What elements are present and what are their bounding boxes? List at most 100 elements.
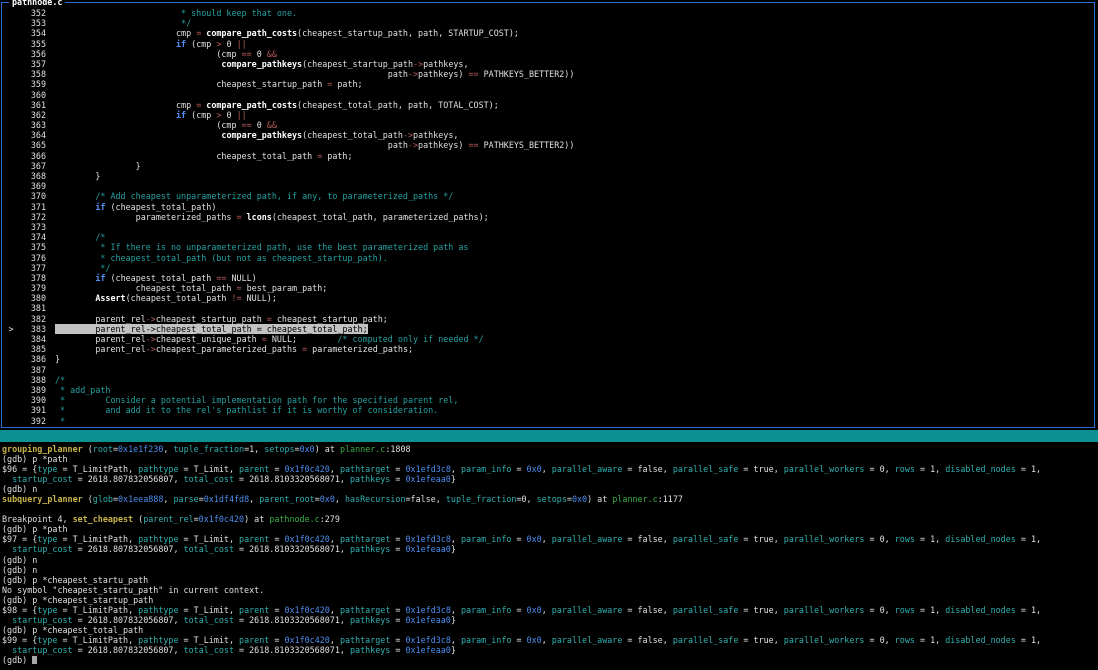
source-line-380: 380 Assert(cheapest_total_path != NULL);	[2, 293, 1094, 303]
source-code-text: }	[55, 171, 100, 181]
token-p: (cheapest_startup_path, path, STARTUP_CO…	[297, 28, 519, 38]
token-p	[55, 293, 95, 303]
token-p: T_Limit	[194, 605, 229, 615]
token-o: ->	[413, 59, 423, 69]
token-p: true	[754, 534, 774, 544]
token-p: =	[864, 605, 879, 615]
source-code-text: parent_rel->cheapest_total_path = cheape…	[55, 324, 368, 334]
line-number: 352	[20, 8, 46, 18]
line-marker	[2, 161, 20, 171]
source-code-text: */	[55, 263, 110, 273]
line-marker	[2, 232, 20, 242]
console-line-7: Breakpoint 4, set_cheapest (parent_rel=0…	[0, 514, 1098, 524]
token-p: ,	[935, 464, 945, 474]
source-code-text: */	[55, 18, 191, 28]
token-var: parent	[239, 464, 269, 474]
token-p: }	[451, 474, 456, 484]
token-p: =	[1016, 635, 1031, 645]
token-var: disabled_nodes	[945, 534, 1016, 544]
line-number: 353	[20, 18, 46, 28]
token-var: parallel_safe	[673, 464, 739, 474]
line-number: 382	[20, 314, 46, 324]
token-p: =	[390, 464, 405, 474]
source-code-text: (cmp == 0 &&	[55, 120, 277, 130]
token-p: =	[390, 645, 405, 655]
token-p: ) at	[315, 444, 340, 454]
token-o: ||	[237, 39, 247, 49]
line-number: 360	[20, 90, 46, 100]
token-p: parameterized_paths	[55, 212, 237, 222]
line-marker	[2, 222, 20, 232]
gdb-tui-terminal[interactable]: pathnode.c 352 * should keep that one.35…	[0, 0, 1098, 670]
terminal-cursor[interactable]	[32, 656, 37, 664]
token-p: ,	[1036, 605, 1041, 615]
source-code-text: parent_rel->cheapest_unique_path = NULL;…	[55, 334, 484, 344]
console-line-4: (gdb) n	[0, 484, 1098, 494]
gdb-console[interactable]: grouping_planner (root=0x1e1f230, tuple_…	[0, 444, 1098, 665]
line-number: 369	[20, 181, 46, 191]
token-p	[55, 130, 221, 140]
token-p: true	[754, 464, 774, 474]
token-p: 0	[221, 39, 236, 49]
token-p: (gdb) p *cheapest_startup_path	[2, 595, 153, 605]
source-line-371: 371 if (cheapest_total_path)	[2, 202, 1094, 212]
line-number: 380	[20, 293, 46, 303]
token-p: ,	[885, 464, 895, 474]
line-number: 363	[20, 120, 46, 130]
line-number: 389	[20, 385, 46, 395]
line-marker	[2, 181, 20, 191]
token-p: T_LimitPath	[73, 464, 128, 474]
token-o: ==	[468, 140, 478, 150]
token-file: planner.c	[340, 444, 385, 454]
token-addr: 0x0	[527, 605, 542, 615]
token-c: /*	[95, 232, 105, 242]
source-code-text: * and add it to the rel's pathlist if it…	[55, 405, 438, 415]
token-p: 2618.8103320568071	[249, 544, 340, 554]
token-p: ,	[330, 534, 340, 544]
line-marker	[2, 90, 20, 100]
line-number: 368	[20, 171, 46, 181]
token-p: (cheapest_total_path	[302, 130, 403, 140]
console-line-13: (gdb) p *cheapest_startu_path	[0, 575, 1098, 585]
source-line-390: 390 * Consider a potential implementatio…	[2, 395, 1094, 405]
line-number: 387	[20, 365, 46, 375]
token-addr: 0x1efd3c8	[406, 635, 451, 645]
token-addr: 0x1e1f230	[118, 444, 163, 454]
line-marker	[2, 140, 20, 150]
token-p: ,	[451, 534, 461, 544]
token-p: ,	[663, 605, 673, 615]
token-p: =	[511, 635, 526, 645]
token-p: $98 = {	[2, 605, 37, 615]
token-p: cheapest_total_path	[156, 324, 257, 334]
console-line-21: (gdb)	[0, 655, 1098, 665]
token-p: (cmp	[186, 39, 216, 49]
source-line-385: 385 parent_rel->cheapest_parameterized_p…	[2, 344, 1094, 354]
token-p: NULL);	[242, 293, 277, 303]
token-p: 0	[252, 49, 267, 59]
source-line-381: 381	[2, 303, 1094, 313]
line-number: 379	[20, 283, 46, 293]
token-p: =	[511, 464, 526, 474]
console-line-5: subquery_planner (glob=0x1eea888, parse=…	[0, 494, 1098, 504]
token-p: pathkeys)	[418, 69, 468, 79]
token-var: rows	[895, 635, 915, 645]
token-var: pathtype	[138, 635, 178, 645]
token-var: startup_cost	[12, 645, 73, 655]
token-p: true	[754, 635, 774, 645]
token-var: pathtarget	[340, 464, 390, 474]
console-line-20: startup_cost = 2618.807832056807, total_…	[0, 645, 1098, 655]
line-number: 356	[20, 49, 46, 59]
token-p: T_Limit	[194, 635, 229, 645]
token-p: =	[390, 615, 405, 625]
token-p: false	[411, 494, 436, 504]
token-addr: 0x0	[527, 534, 542, 544]
token-var: parallel_aware	[552, 605, 623, 615]
line-marker	[2, 273, 20, 283]
token-p: T_Limit	[194, 534, 229, 544]
token-p: path	[55, 140, 408, 150]
token-o: &&	[267, 49, 277, 59]
line-marker	[2, 28, 20, 38]
token-p: ,	[163, 494, 173, 504]
console-line-1: (gdb) p *path	[0, 454, 1098, 464]
token-p: (	[133, 514, 143, 524]
